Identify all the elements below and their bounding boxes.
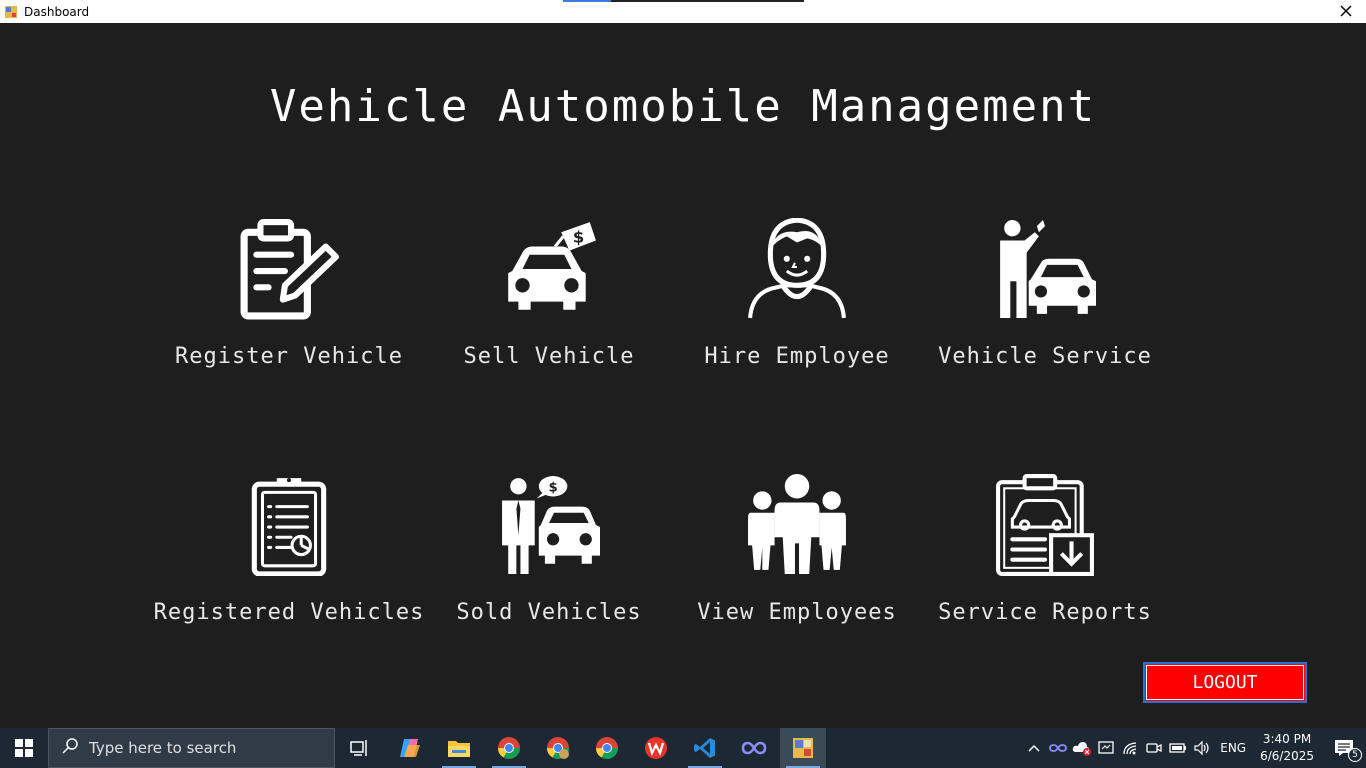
- dealer-car-icon: $: [502, 476, 600, 574]
- search-icon: [61, 737, 79, 759]
- sell-vehicle-tile[interactable]: $ Sell Vehicle: [436, 218, 662, 369]
- copilot-icon[interactable]: [387, 728, 433, 768]
- file-explorer-icon[interactable]: [436, 728, 482, 768]
- winforms-app-icon[interactable]: [780, 728, 826, 768]
- app-icon: [4, 5, 18, 19]
- tile-label: Hire Employee: [704, 344, 890, 369]
- car-price-tag-icon: $: [508, 222, 596, 310]
- screen-icon[interactable]: [1094, 728, 1118, 768]
- window-title: Dashboard: [24, 4, 90, 19]
- taskbar-search-box[interactable]: Type here to search: [48, 728, 335, 768]
- task-view-icon[interactable]: [337, 728, 383, 768]
- tile-label: Registered Vehicles: [153, 600, 425, 625]
- clock[interactable]: 3:40 PM 6/6/2025: [1260, 731, 1314, 765]
- search-placeholder: Type here to search: [89, 739, 237, 757]
- vehicle-service-tile[interactable]: Vehicle Service: [932, 218, 1158, 369]
- close-icon[interactable]: [1336, 1, 1356, 21]
- notification-badge: 5: [1348, 748, 1362, 762]
- wps-office-icon[interactable]: [633, 728, 679, 768]
- taskbar: Type here to search ENG 3:40 PM 6/6/2025…: [0, 728, 1366, 768]
- tile-label: Register Vehicle: [175, 344, 403, 369]
- chrome-profile-icon[interactable]: [535, 728, 581, 768]
- tile-label: Vehicle Service: [938, 344, 1152, 369]
- tile-label: Sell Vehicle: [463, 344, 635, 369]
- svg-text:$: $: [573, 227, 584, 246]
- tile-label: Service Reports: [938, 600, 1152, 625]
- logout-button[interactable]: LOGOUT: [1143, 662, 1307, 703]
- mechanic-car-icon: [1000, 220, 1096, 318]
- hire-employee-tile[interactable]: Hire Employee: [684, 218, 910, 369]
- employee-person-icon: [748, 218, 846, 319]
- svg-text:$: $: [548, 480, 557, 495]
- battery-icon[interactable]: [1166, 728, 1190, 768]
- chrome-icon[interactable]: [486, 728, 532, 768]
- clock-date: 6/6/2025: [1260, 749, 1314, 763]
- clock-time: 3:40 PM: [1262, 732, 1312, 746]
- tile-label: View Employees: [697, 600, 897, 625]
- registered-vehicles-tile[interactable]: Registered Vehicles: [153, 474, 425, 625]
- view-employees-tile[interactable]: View Employees: [684, 474, 910, 625]
- service-reports-tile[interactable]: Service Reports: [932, 474, 1158, 625]
- meet-now-icon[interactable]: [1142, 728, 1166, 768]
- top-strip: [563, 0, 611, 2]
- language-indicator[interactable]: ENG: [1220, 741, 1246, 755]
- window-titlebar: Dashboard: [0, 0, 1366, 23]
- dashboard-panel: Vehicle Automobile Management Register V…: [0, 23, 1366, 728]
- windows-start-icon[interactable]: [0, 728, 48, 768]
- sold-vehicles-tile[interactable]: $ Sold Vehicles: [436, 474, 662, 625]
- system-tray: ENG 3:40 PM 6/6/2025 5: [1022, 728, 1366, 768]
- top-strip-dark: [611, 0, 804, 2]
- app-infinity-icon[interactable]: [731, 728, 777, 768]
- infinity-tray-icon[interactable]: [1046, 728, 1070, 768]
- tile-label: Sold Vehicles: [456, 600, 642, 625]
- notification-icon[interactable]: 5: [1322, 728, 1366, 768]
- group-people-icon: [748, 474, 846, 574]
- page-title: Vehicle Automobile Management: [269, 81, 1097, 132]
- chrome-alt-icon[interactable]: [584, 728, 630, 768]
- register-vehicle-tile[interactable]: Register Vehicle: [175, 218, 403, 369]
- car-report-download-icon: [996, 474, 1094, 576]
- wifi-icon[interactable]: [1118, 728, 1142, 768]
- cloud-error-icon[interactable]: [1070, 728, 1094, 768]
- chevron-up-icon[interactable]: [1022, 728, 1046, 768]
- report-clipboard-icon: [251, 478, 327, 576]
- volume-icon[interactable]: [1190, 728, 1214, 768]
- clipboard-pen-icon: [240, 219, 339, 320]
- vscode-icon[interactable]: [682, 728, 728, 768]
